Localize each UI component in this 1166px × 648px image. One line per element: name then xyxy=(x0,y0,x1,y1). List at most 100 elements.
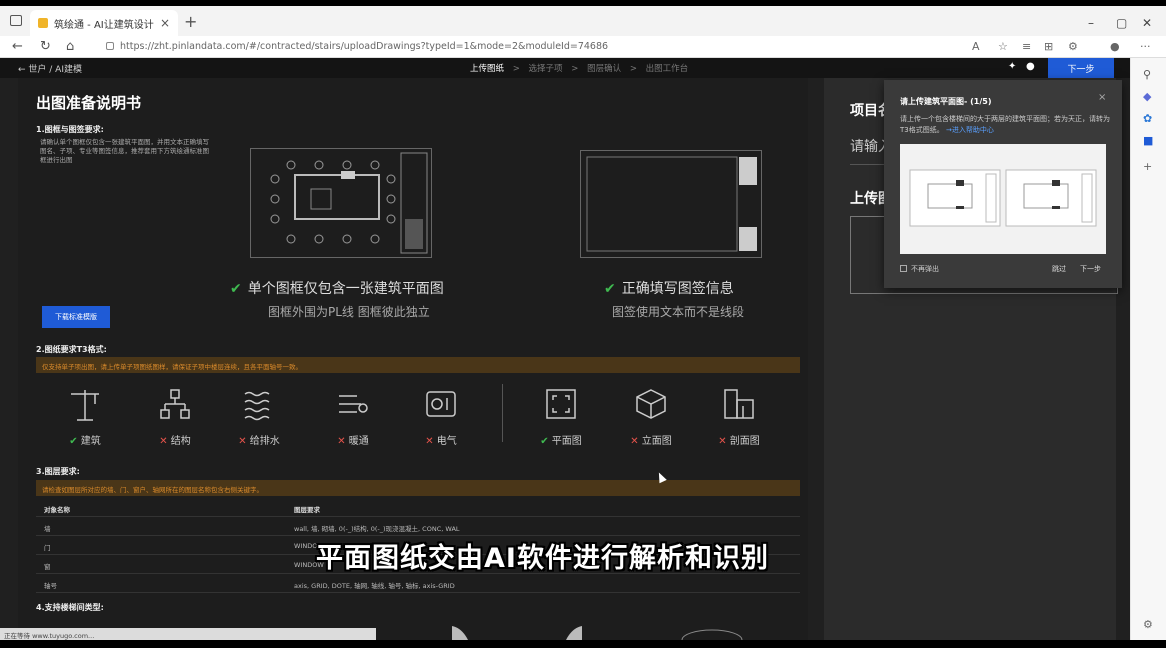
checkbox-icon[interactable] xyxy=(900,265,907,272)
section-icon xyxy=(724,389,754,419)
check-icon: ✔ xyxy=(604,281,616,297)
more-menu-icon[interactable]: ··· xyxy=(1140,40,1151,53)
col-object: 对象名称 xyxy=(44,506,70,514)
step-upload: 上传图纸 xyxy=(470,64,505,74)
row-object: 门 xyxy=(44,544,51,552)
skip-button[interactable]: 跳过 xyxy=(1052,264,1066,274)
plan-icon xyxy=(546,389,576,419)
tab-actions-icon[interactable] xyxy=(10,15,22,26)
search-icon[interactable]: ⚲ xyxy=(1143,68,1151,81)
discipline-hvac: ✕ 暖通 xyxy=(318,384,388,447)
gift-icon[interactable]: ✦ xyxy=(1008,61,1016,72)
collections-icon[interactable]: ⊞ xyxy=(1044,40,1053,53)
discipline-structure: ✕ 结构 xyxy=(140,384,210,447)
popover-next-button[interactable]: 下一步 xyxy=(1080,264,1101,274)
section-2-warning: 仅支持单子项出图，请上传单子项图纸图样，请保证子项中楼层连续，且各平面轴号一致。 xyxy=(36,357,800,373)
drawing-type-plan: ✔ 平面图 xyxy=(526,384,596,447)
lock-icon xyxy=(106,42,114,50)
discipline-label: 结构 xyxy=(170,436,191,447)
close-window-button[interactable]: ✕ xyxy=(1142,16,1152,30)
tools-icon[interactable]: ✿ xyxy=(1143,112,1152,125)
dont-show-checkbox[interactable]: 不再弹出 xyxy=(900,264,939,274)
maximize-button[interactable]: ▢ xyxy=(1116,16,1127,30)
settings-icon[interactable]: ⚙ xyxy=(1143,618,1153,631)
favorites-icon[interactable]: ≡ xyxy=(1022,40,1031,53)
dont-show-label: 不再弹出 xyxy=(911,265,939,273)
discipline-label: 电气 xyxy=(436,436,457,447)
step-workbench: 出图工作台 xyxy=(645,64,689,74)
browser-tab[interactable]: 筑绘通 - AI让建筑设计更简单 × xyxy=(30,10,178,36)
section-1-text: 请确认单个图框仅包含一张建筑平面图，并用文本正确填写图名、子项、专业等图签信息，… xyxy=(40,138,209,164)
extensions-icon[interactable]: ⚙ xyxy=(1068,40,1078,53)
section-2-heading: 2.图纸要求T3格式: xyxy=(36,345,107,354)
frame-example-plan xyxy=(250,148,432,258)
title-block-drawing xyxy=(586,156,757,252)
table-header: 对象名称 图层要求 xyxy=(36,498,800,517)
discipline-label: 暖通 xyxy=(348,436,369,447)
stair-type-previews xyxy=(452,626,743,640)
url-field[interactable]: https://zht.pinlandata.com/#/contracted/… xyxy=(106,41,608,52)
table-row: 墙 wall, 墙, 砌墙, 0(-_)结构, 0(-_)现浇混凝土, CONC… xyxy=(36,517,800,536)
popover-title: 请上传建筑平面图- (1/5) xyxy=(900,97,992,106)
bottom-black-strip xyxy=(0,640,1166,648)
refresh-icon[interactable]: ↻ xyxy=(40,39,51,54)
check-icon: ✔ xyxy=(230,281,242,297)
breadcrumb[interactable]: ← 世户 / AI建模 xyxy=(18,62,82,75)
step-separator: > xyxy=(629,64,637,74)
help-center-link[interactable]: →进入帮助中心 xyxy=(946,126,994,134)
address-bar: ← ↻ ⌂ https://zht.pinlandata.com/#/contr… xyxy=(0,36,1166,58)
row-object: 窗 xyxy=(44,563,51,571)
structure-icon xyxy=(160,389,190,419)
outlook-icon[interactable]: ■ xyxy=(1143,134,1153,147)
elevation-icon xyxy=(636,389,666,419)
step-nav: 上传图纸 > 选择子项 > 图层确认 > 出图工作台 xyxy=(470,62,688,74)
example-plan-drawings xyxy=(909,169,1097,227)
row-object: 墙 xyxy=(44,525,51,533)
profile-icon[interactable]: ● xyxy=(1110,40,1120,53)
favicon-icon xyxy=(38,18,48,28)
add-icon[interactable]: + xyxy=(1143,160,1152,173)
discipline-label: 给排水 xyxy=(249,436,280,447)
new-tab-button[interactable]: + xyxy=(184,12,197,31)
floor-plan-drawing xyxy=(270,152,428,254)
back-icon[interactable]: ← xyxy=(12,39,23,54)
next-step-button[interactable]: 下一步 xyxy=(1048,58,1114,78)
discipline-electrical: ✕ 电气 xyxy=(406,384,476,447)
popover-example-image xyxy=(900,144,1106,254)
frame1-caption: ✔ 单个图框仅包含一张建筑平面图 xyxy=(230,278,444,298)
electric-icon xyxy=(426,391,456,417)
row-layer: wall, 墙, 砌墙, 0(-_)结构, 0(-_)现浇混凝土, CONC, … xyxy=(294,525,460,533)
url-text: https://zht.pinlandata.com/#/contracted/… xyxy=(120,41,609,52)
download-template-button[interactable]: 下载标准模版 xyxy=(42,306,110,328)
home-icon[interactable]: ⌂ xyxy=(66,39,74,54)
discipline-divider xyxy=(502,384,503,442)
section-3-heading: 3.图层要求: xyxy=(36,467,80,476)
favorite-star-icon[interactable]: ☆ xyxy=(998,40,1008,53)
drawing-type-section: ✕ 剖面图 xyxy=(704,384,774,447)
frame1-subcaption: 图框外围为PL线 图框彼此独立 xyxy=(268,305,430,319)
help-icon[interactable]: ● xyxy=(1026,61,1035,72)
step-separator: > xyxy=(571,64,579,74)
section-3-warning: 请检查如图层所对应的墙、门、窗户、轴网所在的图层名称包含右侧关键字。 xyxy=(36,480,800,496)
tab-close-icon[interactable]: × xyxy=(160,16,170,30)
drawing-type-label: 立面图 xyxy=(641,436,672,447)
step-layer: 图层确认 xyxy=(587,64,622,74)
app-header: ← 世户 / AI建模 上传图纸 > 选择子项 > 图层确认 > 出图工作台 ✦… xyxy=(0,58,1130,78)
water-icon xyxy=(244,391,270,421)
frame2-subcaption: 图签使用文本而不是线段 xyxy=(612,305,745,319)
frame2-caption-text: 正确填写图签信息 xyxy=(621,281,734,297)
frame2-caption: ✔ 正确填写图签信息 xyxy=(604,278,734,298)
read-aloud-icon[interactable]: A xyxy=(972,40,980,53)
table-row: 轴号 axis, GRID, DOTE, 轴网, 轴线, 轴号, 轴标, axi… xyxy=(36,574,800,593)
popover-close-icon[interactable]: × xyxy=(1098,92,1106,103)
frame-example-title-block xyxy=(580,150,762,258)
drawing-type-label: 剖面图 xyxy=(729,436,760,447)
browser-tab-bar: 筑绘通 - AI让建筑设计更简单 × + – ▢ ✕ xyxy=(0,6,1166,36)
discipline-label: 建筑 xyxy=(80,436,101,447)
crane-icon xyxy=(71,390,99,421)
section-1-heading: 1.图框与图签要求: xyxy=(36,125,104,134)
section-4-heading: 4.支持楼梯间类型: xyxy=(36,603,104,612)
minimize-button[interactable]: – xyxy=(1088,16,1094,30)
onboarding-popover: 请上传建筑平面图- (1/5) × 请上传一个包含楼梯间的大于两层的建筑平面图；… xyxy=(884,80,1122,288)
tag-icon[interactable]: ◆ xyxy=(1143,90,1151,103)
